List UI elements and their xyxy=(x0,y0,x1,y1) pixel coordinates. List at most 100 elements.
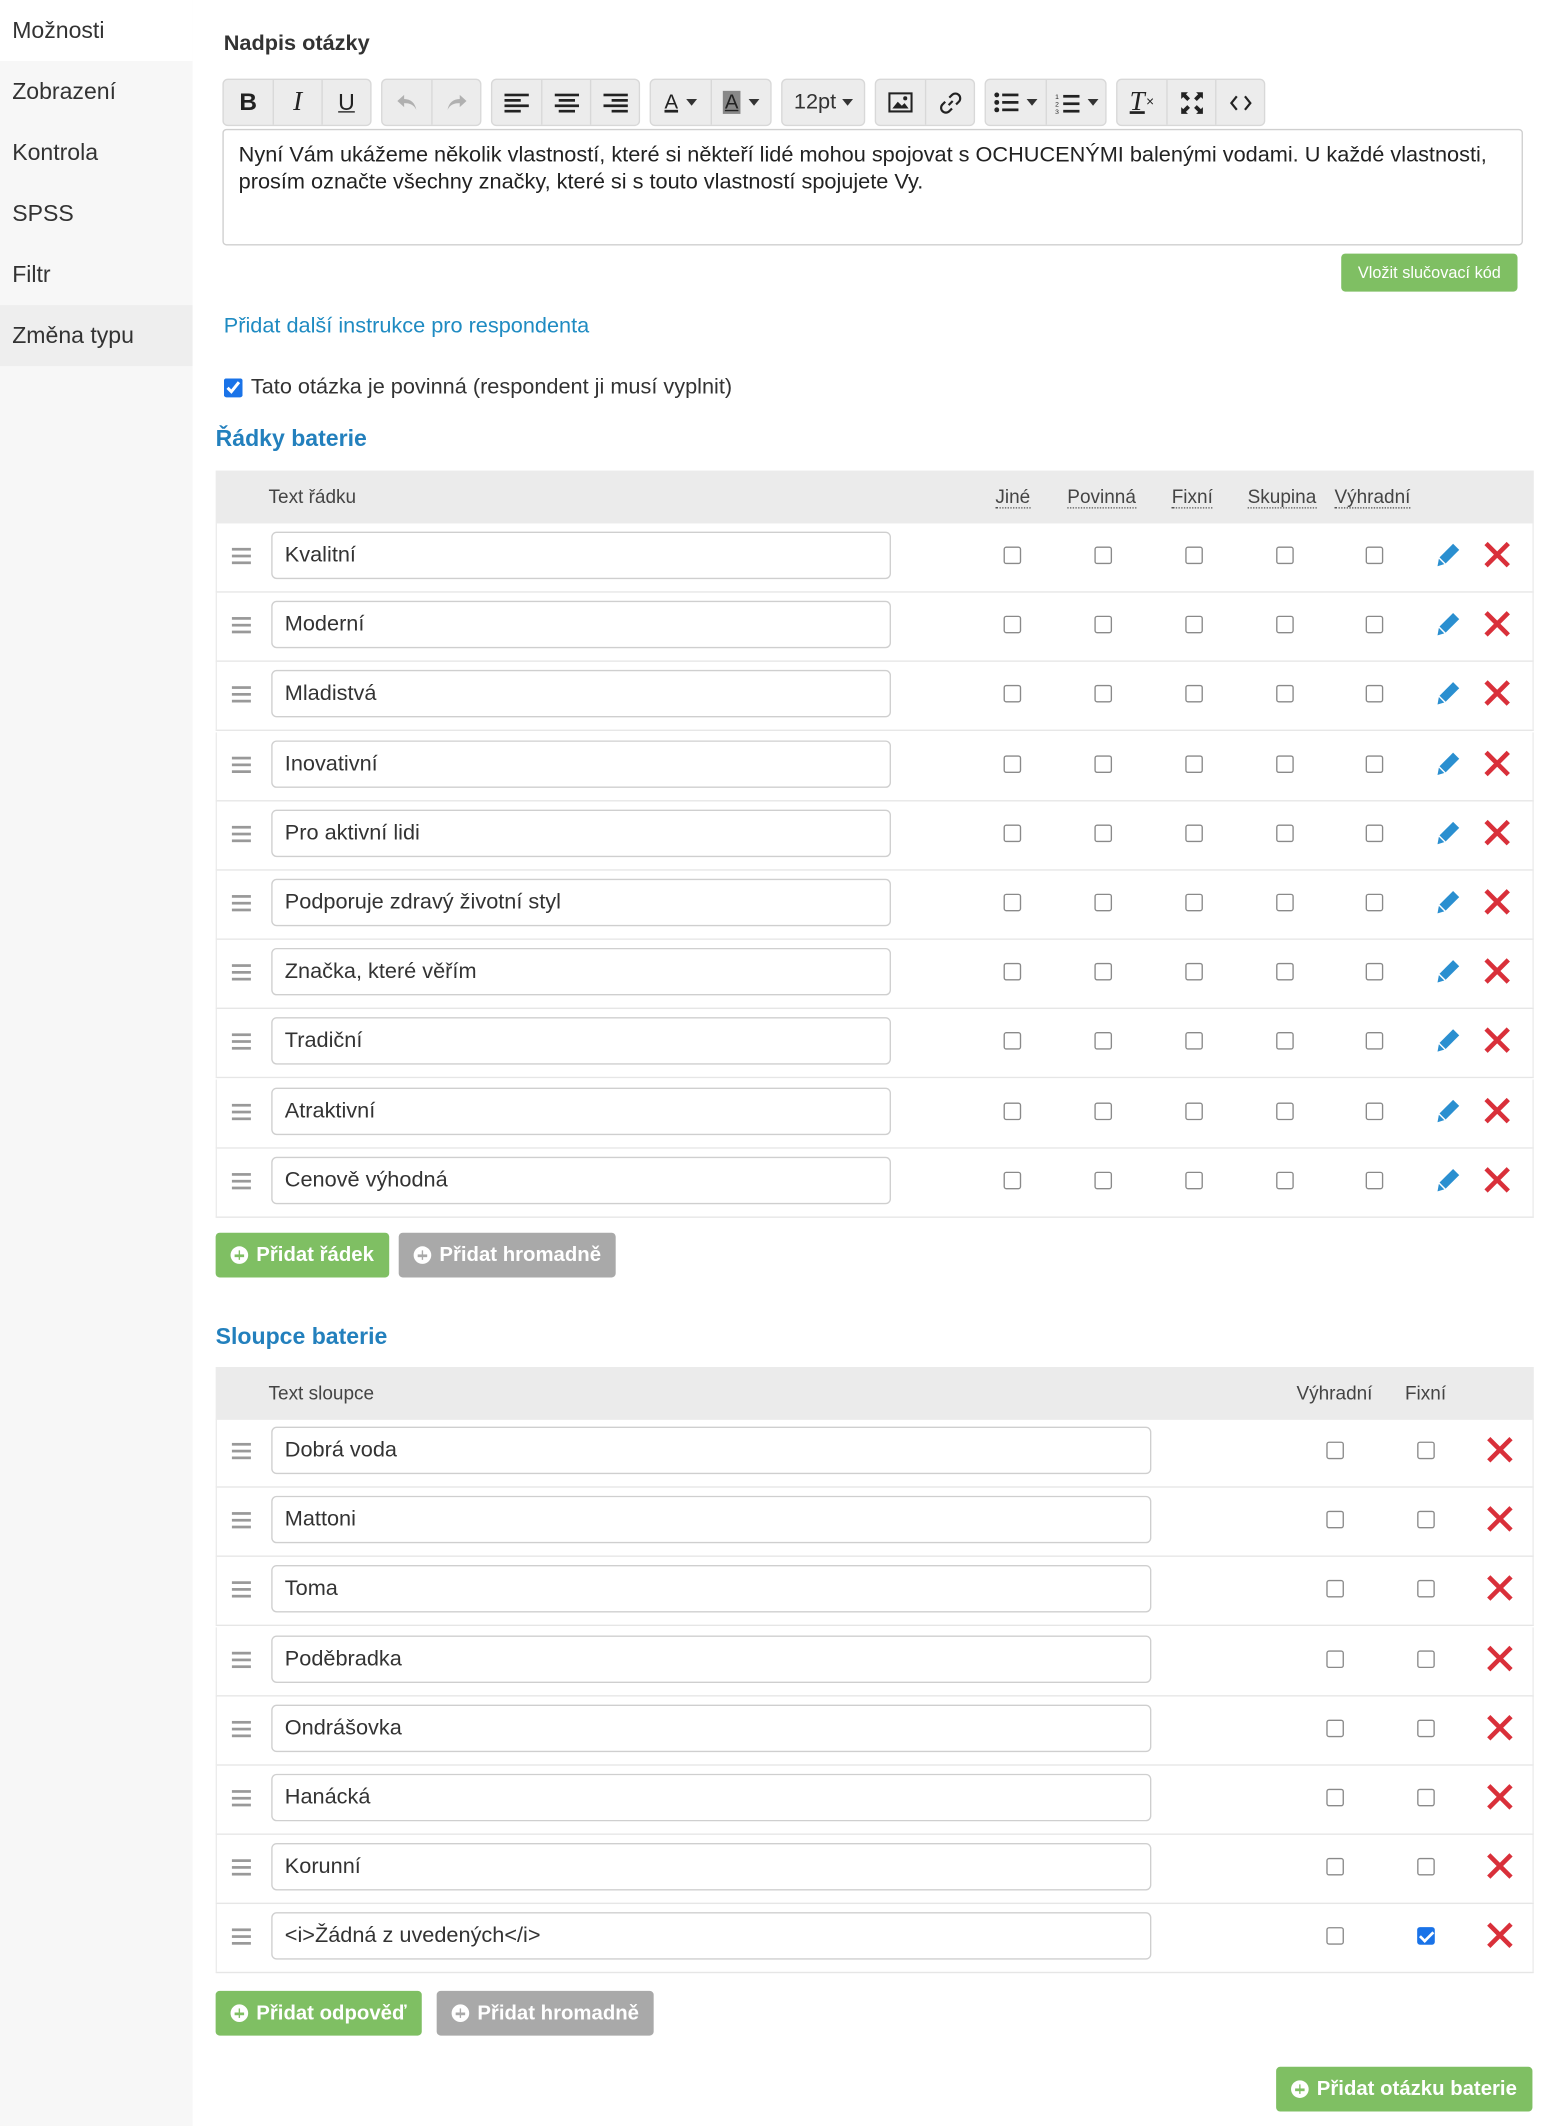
drag-handle-icon[interactable] xyxy=(231,1172,251,1190)
row-text-input[interactable]: Cenově výhodná xyxy=(271,1156,891,1204)
font-size-select[interactable]: 12pt xyxy=(782,80,863,125)
exclusive-checkbox[interactable] xyxy=(1365,824,1384,842)
insert-merge-code-button[interactable]: Vložit slučovací kód xyxy=(1341,253,1518,292)
exclusive-checkbox[interactable] xyxy=(1365,963,1384,981)
fullscreen-icon[interactable] xyxy=(1166,80,1215,125)
exclusive-checkbox[interactable] xyxy=(1365,1171,1384,1190)
row-text-input[interactable]: Kvalitní xyxy=(271,531,891,580)
underline-icon[interactable]: U xyxy=(321,80,370,125)
sidebar-item-zobrazeni[interactable]: Zobrazení xyxy=(0,61,193,122)
pencil-icon[interactable] xyxy=(1433,1165,1463,1195)
sidebar-item-kontrola[interactable]: Kontrola xyxy=(0,122,193,183)
drag-handle-icon[interactable] xyxy=(231,1651,251,1668)
group-checkbox[interactable] xyxy=(1276,1101,1294,1120)
fixed-checkbox[interactable] xyxy=(1417,1580,1435,1599)
fixed-checkbox[interactable] xyxy=(1417,1441,1435,1460)
drag-handle-icon[interactable] xyxy=(231,1581,251,1599)
row-text-input[interactable]: Značka, které věřím xyxy=(271,948,891,996)
column-text-input[interactable]: Mattoni xyxy=(271,1496,1152,1544)
other-checkbox[interactable] xyxy=(1003,546,1022,565)
drag-handle-icon[interactable] xyxy=(231,964,251,981)
group-checkbox[interactable] xyxy=(1276,824,1294,842)
row-text-input[interactable]: Inovativní xyxy=(271,739,891,788)
column-text-input[interactable]: Dobrá voda xyxy=(271,1426,1152,1475)
delete-icon[interactable] xyxy=(1482,540,1512,570)
pencil-icon[interactable] xyxy=(1433,1095,1463,1125)
other-checkbox[interactable] xyxy=(1003,1101,1022,1120)
other-checkbox[interactable] xyxy=(1003,824,1022,842)
add-answer-button[interactable]: Přidat odpověď xyxy=(215,1990,422,2036)
fixed-checkbox[interactable] xyxy=(1185,893,1203,912)
image-icon[interactable] xyxy=(876,80,925,125)
exclusive-checkbox[interactable] xyxy=(1326,1580,1344,1599)
fixed-checkbox[interactable] xyxy=(1185,1101,1203,1120)
add-row-button[interactable]: Přidat řádek xyxy=(215,1232,389,1278)
pencil-icon[interactable] xyxy=(1433,956,1463,986)
bulk-add-rows-button[interactable]: Přidat hromadně xyxy=(398,1232,616,1278)
delete-icon[interactable] xyxy=(1485,1851,1515,1881)
drag-handle-icon[interactable] xyxy=(231,686,251,704)
drag-handle-icon[interactable] xyxy=(231,756,251,773)
delete-icon[interactable] xyxy=(1482,609,1512,639)
fixed-checkbox[interactable] xyxy=(1417,1788,1435,1807)
group-checkbox[interactable] xyxy=(1276,546,1294,565)
group-checkbox[interactable] xyxy=(1276,963,1294,981)
exclusive-checkbox[interactable] xyxy=(1365,615,1384,634)
required-checkbox[interactable] xyxy=(1094,1032,1113,1051)
column-text-input[interactable]: Toma xyxy=(271,1565,1152,1613)
sidebar-item-zmena-typu[interactable]: Změna typu xyxy=(0,305,193,367)
pencil-icon[interactable] xyxy=(1433,609,1463,639)
link-icon[interactable] xyxy=(924,80,974,125)
required-checkbox[interactable] xyxy=(1094,824,1113,842)
required-checkbox[interactable] xyxy=(1094,615,1113,634)
group-checkbox[interactable] xyxy=(1276,754,1294,773)
sidebar-item-spss[interactable]: SPSS xyxy=(0,183,193,244)
italic-icon[interactable]: I xyxy=(272,80,322,125)
drag-handle-icon[interactable] xyxy=(231,895,251,912)
delete-icon[interactable] xyxy=(1482,817,1512,847)
drag-handle-icon[interactable] xyxy=(231,1790,251,1807)
align-left-icon[interactable] xyxy=(492,80,541,125)
drag-handle-icon[interactable] xyxy=(231,1103,251,1120)
delete-icon[interactable] xyxy=(1482,887,1512,917)
exclusive-checkbox[interactable] xyxy=(1326,1441,1344,1460)
undo-icon[interactable] xyxy=(382,80,431,125)
align-right-icon[interactable] xyxy=(589,80,639,125)
exclusive-checkbox[interactable] xyxy=(1326,1510,1344,1529)
delete-icon[interactable] xyxy=(1485,1782,1515,1812)
required-question-toggle[interactable]: Tato otázka je povinná (respondent ji mu… xyxy=(223,376,732,400)
fixed-checkbox[interactable] xyxy=(1185,615,1203,634)
delete-icon[interactable] xyxy=(1485,1504,1515,1534)
fixed-checkbox[interactable] xyxy=(1185,685,1203,704)
group-checkbox[interactable] xyxy=(1276,893,1294,912)
pencil-icon[interactable] xyxy=(1433,817,1463,847)
delete-icon[interactable] xyxy=(1482,1165,1512,1195)
drag-handle-icon[interactable] xyxy=(231,1033,251,1051)
fixed-checkbox[interactable] xyxy=(1185,824,1203,842)
exclusive-checkbox[interactable] xyxy=(1326,1649,1344,1668)
required-checkbox[interactable] xyxy=(1094,1171,1113,1190)
delete-icon[interactable] xyxy=(1485,1713,1515,1743)
background-color-icon[interactable]: A xyxy=(710,80,771,125)
add-instructions-link[interactable]: Přidat další instrukce pro respondenta xyxy=(224,315,589,339)
sidebar-item-filtr[interactable]: Filtr xyxy=(0,244,193,305)
add-battery-question-button[interactable]: Přidat otázku baterie xyxy=(1276,2066,1532,2112)
fixed-checkbox[interactable] xyxy=(1185,546,1203,565)
required-checkbox[interactable] xyxy=(1094,754,1113,773)
required-checkbox[interactable] xyxy=(1094,963,1113,981)
other-checkbox[interactable] xyxy=(1003,685,1022,704)
column-text-input[interactable]: Hanácká xyxy=(271,1773,1152,1822)
fixed-checkbox[interactable] xyxy=(1185,963,1203,981)
column-text-input[interactable]: Ondrášovka xyxy=(271,1704,1152,1752)
delete-icon[interactable] xyxy=(1485,1643,1515,1673)
pencil-icon[interactable] xyxy=(1433,540,1463,570)
redo-icon[interactable] xyxy=(431,80,480,125)
group-checkbox[interactable] xyxy=(1276,685,1294,704)
delete-icon[interactable] xyxy=(1485,1574,1515,1604)
column-text-input[interactable]: Korunní xyxy=(271,1843,1152,1891)
required-checkbox[interactable] xyxy=(223,378,243,398)
row-text-input[interactable]: Atraktivní xyxy=(271,1087,891,1135)
code-icon[interactable] xyxy=(1215,80,1264,125)
bulk-add-columns-button[interactable]: Přidat hromadně xyxy=(436,1990,654,2036)
fixed-checkbox[interactable] xyxy=(1417,1858,1435,1876)
